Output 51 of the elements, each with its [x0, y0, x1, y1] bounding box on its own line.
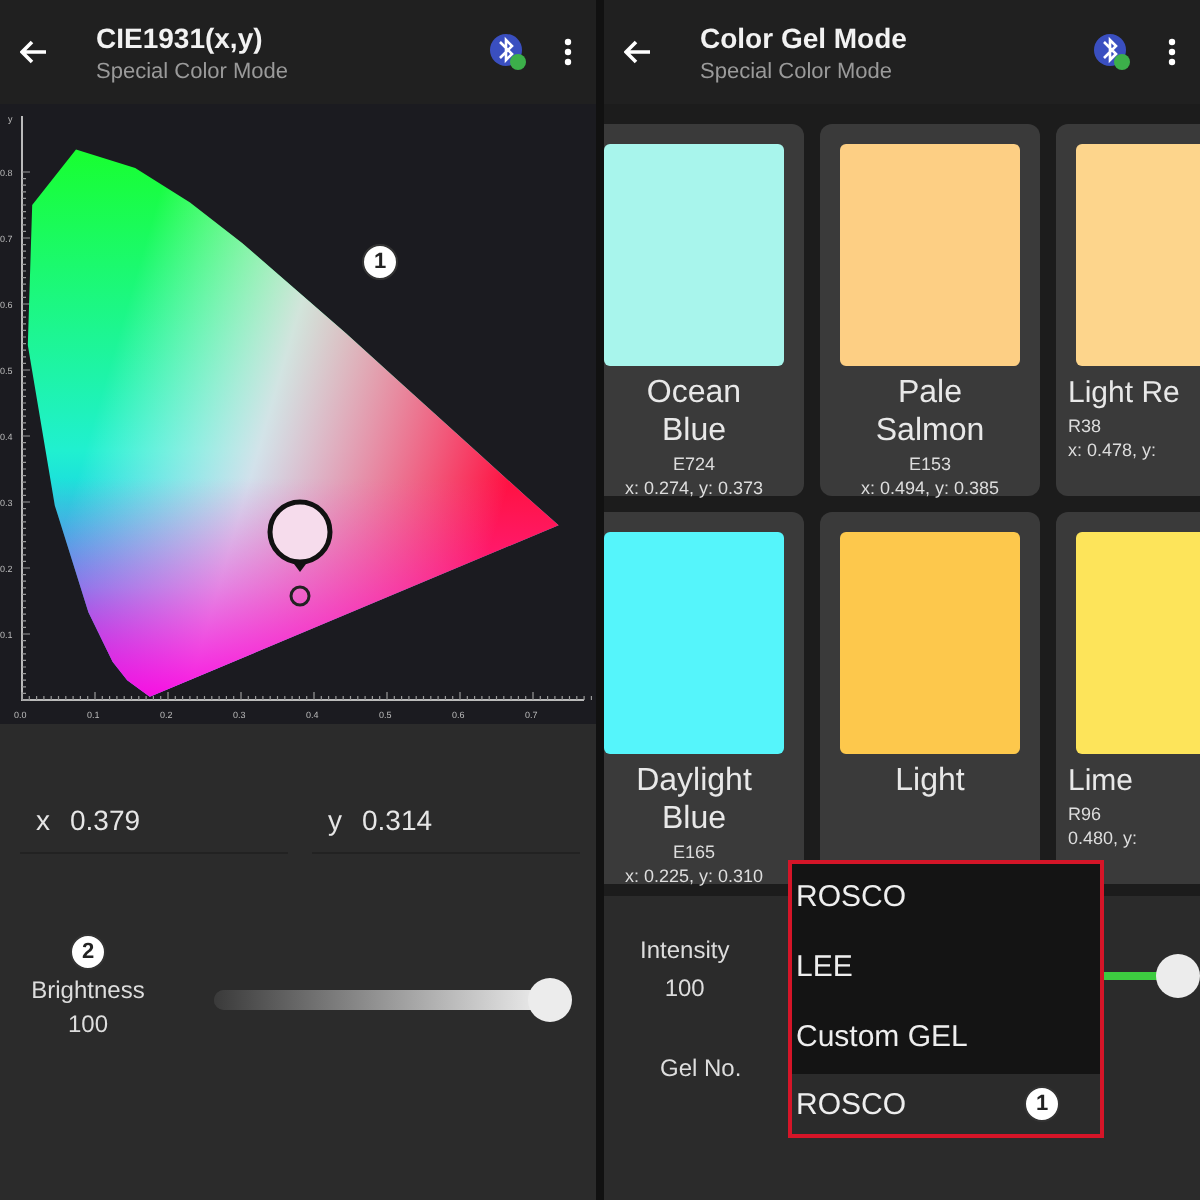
menu-item[interactable]: LEE: [792, 934, 1100, 1004]
gel-code: E724: [672, 454, 716, 474]
screen-title: Color Gel Mode: [700, 21, 909, 53]
gel-coordinates: x: 0.274, y: 0.373: [624, 478, 764, 498]
field-value: 0.314: [362, 804, 433, 836]
slider-label: Intensity: [640, 936, 730, 964]
select-value: ROSCO: [796, 1087, 907, 1121]
gel-name: Light Re: [1068, 374, 1182, 412]
screen-title: CIE1931(x,y): [96, 21, 265, 53]
gel-code: E165: [672, 842, 716, 862]
field-label: Gel No.: [660, 1054, 742, 1082]
gel-select[interactable]: ROSCO 1: [792, 1074, 1100, 1134]
step-badge: 2: [70, 934, 106, 970]
field-label: x: [36, 804, 50, 836]
gel-code: R96: [1068, 804, 1102, 824]
gel-card[interactable]: Pale Salmon E153 x: 0.494, y: 0.385: [820, 124, 1040, 496]
screen-subtitle: Special Color Mode: [96, 59, 290, 83]
bluetooth-icon[interactable]: [1092, 30, 1132, 74]
back-arrow-icon[interactable]: [20, 40, 48, 64]
color-picker-marker: [267, 499, 333, 572]
gel-name: Daylight Blue: [634, 762, 754, 838]
gel-name: Ocean Blue: [644, 374, 744, 450]
step-badge: 1: [1024, 1086, 1060, 1122]
gel-card[interactable]: Lime R96 0.480, y:: [1056, 512, 1200, 884]
coordinate-field[interactable]: x 0.379: [20, 796, 288, 854]
field-value: 0.379: [70, 804, 141, 836]
slider-value: 100: [67, 1010, 109, 1038]
step-badge: 1: [362, 244, 398, 280]
screen-subtitle: Special Color Mode: [700, 59, 894, 83]
gel-card[interactable]: Ocean Blue E724 x: 0.274, y: 0.373: [604, 124, 804, 496]
gel-coordinates: x: 0.494, y: 0.385: [860, 478, 1000, 498]
slider-label: Brightness: [31, 976, 145, 1004]
gel-coordinates: x: 0.225, y: 0.310: [624, 866, 764, 886]
menu-item[interactable]: Custom GEL: [792, 1004, 1100, 1074]
gel-coordinates: x: 0.478, y:: [1068, 440, 1157, 460]
bluetooth-icon[interactable]: [488, 30, 528, 74]
gel-name: Light: [893, 762, 967, 800]
coordinate-field[interactable]: y 0.314: [312, 796, 580, 854]
slider-thumb[interactable]: [1156, 953, 1200, 997]
gel-card[interactable]: Daylight Blue E165 x: 0.225, y: 0.310: [604, 512, 804, 884]
slider-thumb[interactable]: [528, 978, 572, 1022]
gel-name: Pale Salmon: [873, 374, 987, 450]
slider-value: 100: [664, 974, 705, 1002]
back-arrow-icon[interactable]: [624, 40, 652, 64]
gel-code: E153: [908, 454, 952, 474]
gel-name: Lime: [1068, 762, 1136, 800]
gel-code: R38: [1068, 416, 1102, 436]
gel-card[interactable]: Light Re R38 x: 0.478, y:: [1056, 124, 1200, 496]
gel-coordinates: 0.480, y:: [1068, 828, 1138, 848]
field-label: y: [328, 804, 342, 836]
target-point-icon: [289, 585, 311, 607]
